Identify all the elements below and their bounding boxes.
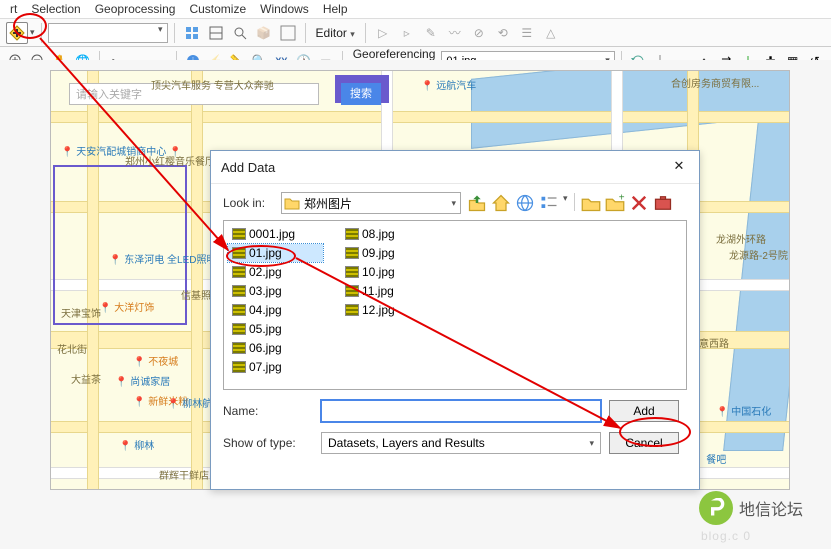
file-item[interactable]: 04.jpg — [228, 301, 323, 319]
menu-item[interactable]: Windows — [260, 2, 309, 16]
type-combo[interactable]: Datasets, Layers and Results▾ — [321, 432, 601, 454]
file-item[interactable]: 08.jpg — [341, 225, 436, 243]
raster-icon — [232, 247, 246, 259]
toolbox-icon[interactable] — [653, 193, 673, 213]
file-item[interactable]: 0001.jpg — [228, 225, 323, 243]
menubar: rt Selection Geoprocessing Customize Win… — [0, 0, 831, 19]
folder-icon — [284, 196, 300, 210]
raster-icon — [345, 285, 359, 297]
file-item[interactable]: 03.jpg — [228, 282, 323, 300]
raster-icon — [232, 342, 246, 354]
raster-icon — [232, 361, 246, 373]
map-poi-label: 顶尖汽车服务 专营大众奔驰 — [151, 77, 274, 92]
name-label: Name: — [223, 404, 313, 418]
raster-icon — [232, 285, 246, 297]
raster-icon — [345, 266, 359, 278]
map-poi-label: 📍 不夜城 — [133, 353, 178, 368]
watermark-logo: 地信论坛 — [699, 491, 803, 525]
connect-folder-icon[interactable]: + — [605, 193, 625, 213]
dropdown-icon[interactable]: ▾ — [30, 27, 35, 38]
split-icon: ⊘ — [468, 22, 490, 44]
up-one-level-icon[interactable] — [467, 193, 487, 213]
map-poi-label: 龙湖外环路 — [716, 231, 766, 246]
map-poi-label: 📍 东泽河电 全LED照明 — [109, 251, 216, 266]
rotate-icon: ⟲ — [492, 22, 514, 44]
raster-icon — [232, 266, 246, 278]
raster-icon — [345, 304, 359, 316]
watermark-url: blog.c 0 — [701, 529, 751, 543]
edit-tool-icon: ▷ — [372, 22, 394, 44]
cancel-button[interactable]: Cancel — [609, 432, 679, 454]
map-poi-label: 花北街 — [57, 341, 87, 356]
file-list[interactable]: 0001.jpg01.jpg02.jpg03.jpg04.jpg05.jpg06… — [223, 220, 687, 390]
editor-toolbar-icon[interactable] — [181, 22, 203, 44]
search-window-icon[interactable] — [229, 22, 251, 44]
raster-icon — [232, 228, 246, 240]
map-poi-label: 合创房务商贸有限... — [671, 75, 759, 90]
map-poi-label: 📍 大洋灯饰 — [99, 299, 154, 314]
home-icon[interactable] — [491, 193, 511, 213]
map-poi-label: 郑州小红樱音乐餐厅 — [125, 153, 215, 168]
reshape-icon: 〰 — [444, 22, 466, 44]
map-poi-label: 📍 柳林 — [119, 437, 154, 452]
connections-icon[interactable] — [515, 193, 535, 213]
menu-item[interactable]: Geoprocessing — [95, 2, 176, 16]
toolbar-standard: ▾ ▾ 📦 Editor ▾ ▷ ▹ ✎ 〰 ⊘ ⟲ ☰ △ — [0, 19, 831, 47]
map-poi-label: 大益茶 — [71, 371, 101, 386]
file-item[interactable]: 09.jpg — [341, 244, 436, 262]
add-button[interactable]: Add — [609, 400, 679, 422]
svg-text:+: + — [618, 193, 624, 204]
raster-icon — [345, 247, 359, 259]
cut-polygon-icon: ✎ — [420, 22, 442, 44]
python-window-icon[interactable] — [277, 22, 299, 44]
file-item[interactable]: 12.jpg — [341, 301, 436, 319]
view-dropdown-icon[interactable]: ▾ — [563, 193, 568, 213]
toolbox-icon: 📦 — [253, 22, 275, 44]
map-search-button[interactable]: 搜索 — [341, 83, 381, 105]
map-poi-label: 龙源路-2号院 — [729, 247, 788, 262]
file-item[interactable]: 01.jpg — [228, 244, 323, 262]
menu-item[interactable]: Help — [323, 2, 348, 16]
map-poi-label: 天津宝饰 — [61, 305, 101, 320]
add-data-dialog: Add Data ✕ Look in: 郑州图片 ▾ ▾ + — [210, 150, 700, 490]
raster-icon — [345, 228, 359, 240]
editor-dropdown[interactable]: Editor ▾ — [312, 26, 359, 40]
dialog-title: Add Data — [221, 160, 275, 175]
map-poi-label: 📍 尚诚家居 — [115, 373, 170, 388]
file-item[interactable]: 05.jpg — [228, 320, 323, 338]
file-item[interactable]: 11.jpg — [341, 282, 436, 300]
new-folder-icon[interactable] — [581, 193, 601, 213]
scale-combo[interactable]: ▾ — [48, 23, 168, 43]
menu-item[interactable]: Selection — [31, 2, 80, 16]
list-view-icon[interactable] — [539, 193, 559, 213]
lookin-label: Look in: — [223, 196, 275, 210]
sketch-icon: △ — [540, 22, 562, 44]
name-input[interactable] — [321, 400, 601, 422]
file-item[interactable]: 06.jpg — [228, 339, 323, 357]
file-item[interactable]: 10.jpg — [341, 263, 436, 281]
map-poi-label: 群辉干鲜店 — [159, 467, 209, 482]
map-poi-label: 📍 远航汽车 — [421, 77, 476, 92]
raster-icon — [232, 304, 246, 316]
raster-icon — [232, 323, 246, 335]
add-data-button[interactable] — [6, 22, 28, 44]
map-poi-label: 📍 中国石化 — [716, 403, 771, 418]
delete-icon[interactable] — [629, 193, 649, 213]
lookin-combo[interactable]: 郑州图片 ▾ — [281, 192, 461, 214]
file-item[interactable]: 02.jpg — [228, 263, 323, 281]
catalog-window-icon[interactable] — [205, 22, 227, 44]
file-item[interactable]: 07.jpg — [228, 358, 323, 376]
type-label: Show of type: — [223, 436, 313, 450]
menu-item[interactable]: rt — [10, 2, 17, 16]
menu-item[interactable]: Customize — [189, 2, 246, 16]
attributes-icon: ☰ — [516, 22, 538, 44]
edit-vertex-icon: ▹ — [396, 22, 418, 44]
close-icon[interactable]: ✕ — [669, 157, 689, 177]
